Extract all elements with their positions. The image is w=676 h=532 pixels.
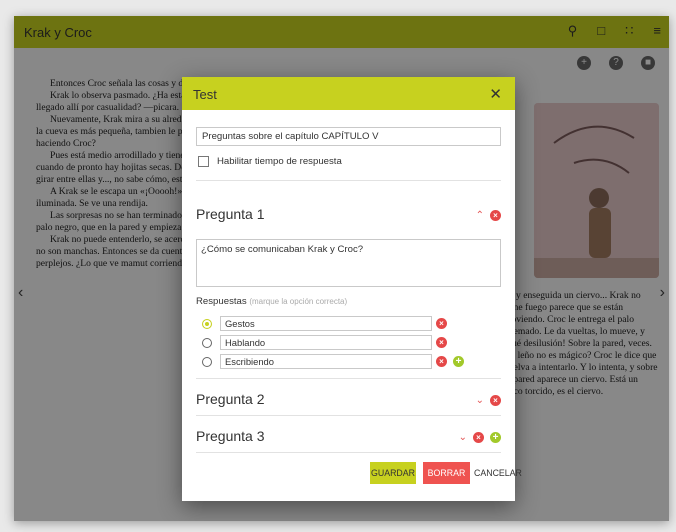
divider: [196, 180, 501, 181]
test-dialog: Test ✕ Habilitar tiempo de respuesta Pre…: [182, 77, 522, 501]
divider: [196, 452, 501, 453]
chapter-title-input[interactable]: [196, 127, 501, 146]
enable-time-checkbox[interactable]: [198, 156, 209, 167]
remove-answer-icon[interactable]: ×: [436, 356, 447, 367]
chevron-down-icon[interactable]: ⌄: [459, 432, 467, 443]
answer-input[interactable]: Hablando: [220, 335, 432, 350]
divider: [196, 415, 501, 416]
answers-label: Respuestas: [196, 296, 247, 307]
question-1-text[interactable]: [196, 239, 501, 287]
answers-label-row: Respuestas (marque la opción correcta): [196, 296, 347, 307]
chevron-up-icon[interactable]: ⌃: [476, 210, 484, 221]
enable-time-row[interactable]: Habilitar tiempo de respuesta: [198, 156, 342, 167]
divider: [196, 378, 501, 379]
question-2-title[interactable]: Pregunta 2: [196, 391, 265, 407]
question-3-title[interactable]: Pregunta 3: [196, 428, 265, 444]
answer-radio[interactable]: [202, 337, 212, 348]
answer-3-actions: × +: [436, 356, 464, 367]
answer-1-actions: ×: [436, 318, 447, 329]
app-window: Krak y Croc ⚲ □ ∷ ≡ + ? ■ Entonces Croc …: [14, 16, 669, 521]
dialog-footer: GUARDAR BORRAR CANCELAR: [182, 456, 522, 501]
add-question-icon[interactable]: +: [490, 432, 501, 443]
delete-button[interactable]: BORRAR: [423, 462, 470, 484]
dialog-header: Test ✕: [182, 77, 515, 110]
save-button[interactable]: GUARDAR: [370, 462, 416, 484]
remove-question-icon[interactable]: ×: [473, 432, 484, 443]
answer-radio-selected[interactable]: [202, 318, 212, 329]
question-1-title[interactable]: Pregunta 1: [196, 206, 265, 222]
answers-hint: (marque la opción correcta): [249, 297, 348, 306]
answer-2-actions: ×: [436, 337, 447, 348]
answer-input[interactable]: Gestos: [220, 316, 432, 331]
enable-time-label: Habilitar tiempo de respuesta: [217, 156, 342, 167]
answer-row: Hablando: [202, 335, 432, 350]
question-1-actions: ⌃ ×: [476, 210, 501, 221]
dialog-body: Habilitar tiempo de respuesta Pregunta 1…: [182, 110, 515, 456]
remove-question-icon[interactable]: ×: [490, 395, 501, 406]
answer-radio[interactable]: [202, 356, 212, 367]
chevron-down-icon[interactable]: ⌄: [476, 395, 484, 406]
question-2-actions: ⌄ ×: [476, 395, 501, 406]
remove-question-icon[interactable]: ×: [490, 210, 501, 221]
question-3-actions: ⌄ × +: [459, 432, 501, 443]
remove-answer-icon[interactable]: ×: [436, 318, 447, 329]
dialog-title: Test: [193, 87, 217, 102]
cancel-button[interactable]: CANCELAR: [474, 462, 522, 484]
remove-answer-icon[interactable]: ×: [436, 337, 447, 348]
answer-input[interactable]: Escribiendo: [220, 354, 432, 369]
answer-row: Gestos: [202, 316, 432, 331]
close-icon[interactable]: ✕: [489, 85, 502, 103]
answer-row: Escribiendo: [202, 354, 432, 369]
add-answer-icon[interactable]: +: [453, 356, 464, 367]
